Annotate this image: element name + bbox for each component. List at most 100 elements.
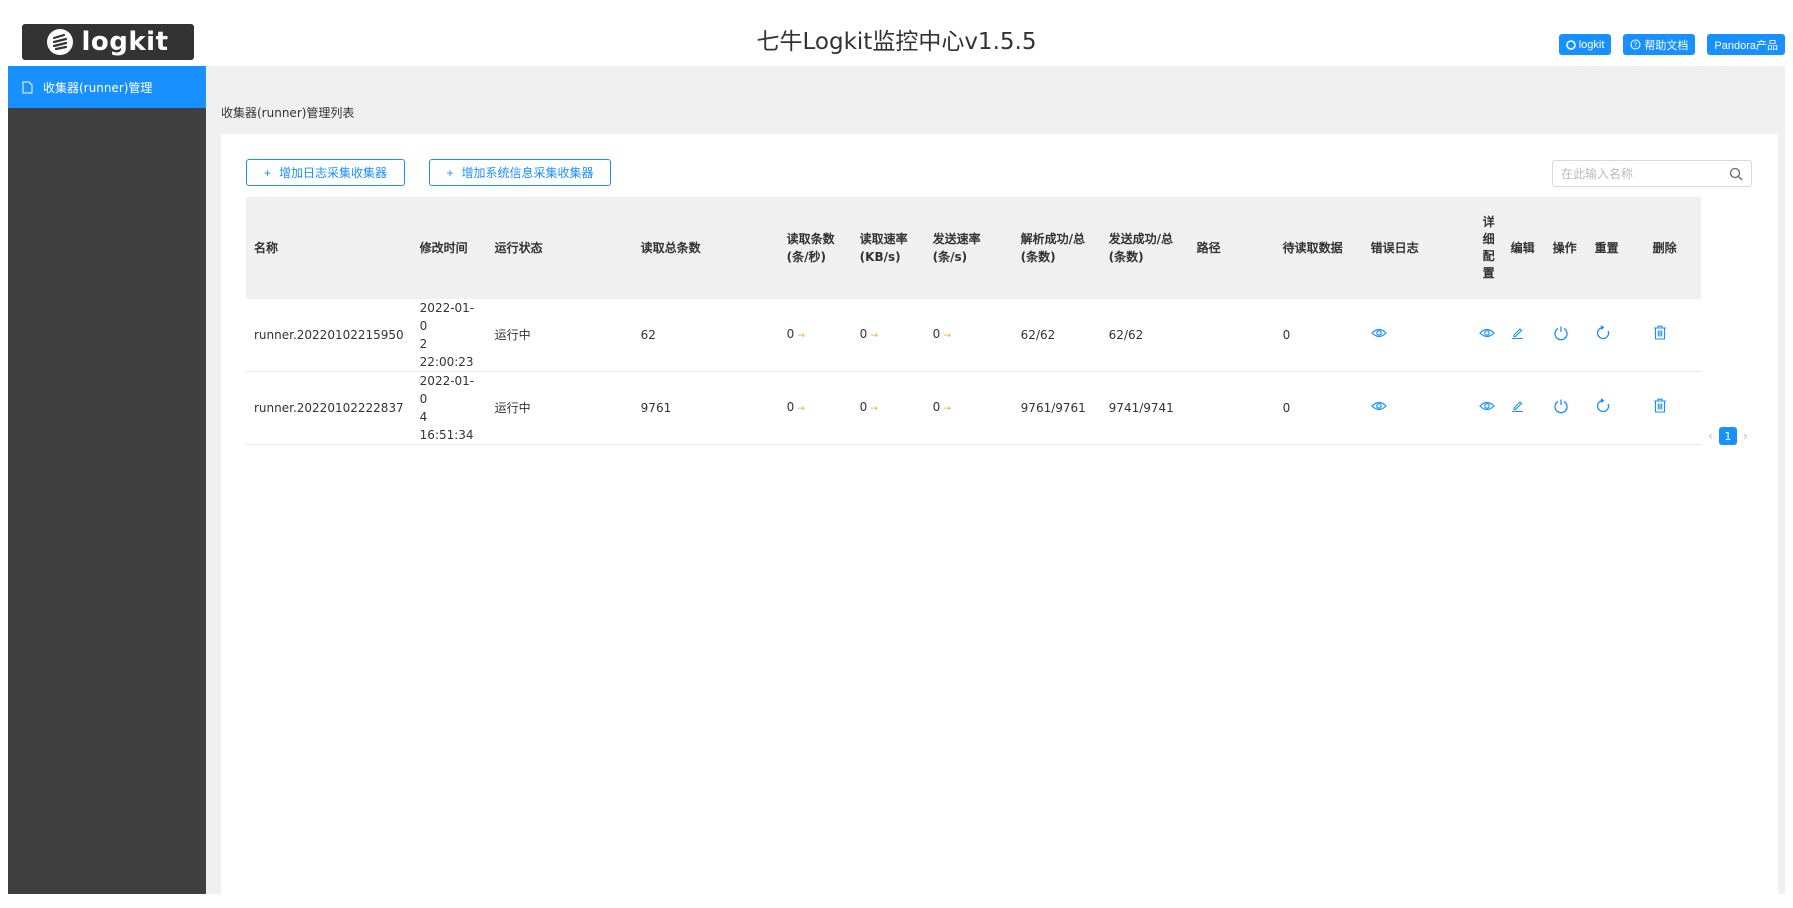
table-row: runner.20220102215950 2022-01-0 2 22:00:2…: [246, 299, 1701, 372]
col-delete: 删除: [1652, 241, 1677, 255]
file-icon: [22, 81, 33, 93]
runner-name: runner.20220102222837: [254, 401, 404, 415]
col-op: 操作: [1552, 241, 1577, 255]
main-panel: + 增加日志采集收集器 + 增加系统信息采集收集器 名称 修改时间 运行状态 读…: [221, 134, 1778, 894]
page-1-button[interactable]: 1: [1718, 427, 1737, 445]
col-error-log: 错误日志: [1370, 241, 1419, 255]
col-send-rate: 发送速率(条/s): [932, 232, 981, 264]
trend-flat-icon: →: [797, 404, 805, 414]
parse-ok: 9761/9761: [1020, 401, 1086, 415]
eye-icon[interactable]: [1370, 327, 1387, 339]
col-read-rate: 读取速率(KB/s): [859, 232, 908, 264]
run-status: 运行中: [494, 401, 531, 415]
col-read-count: 读取条数(条/秒): [786, 232, 835, 264]
col-reset: 重置: [1594, 241, 1619, 255]
sidebar-item-label: 收集器(runner)管理: [43, 80, 153, 95]
next-page-button[interactable]: ›: [1743, 429, 1748, 443]
reset-icon[interactable]: [1595, 324, 1611, 341]
edit-icon[interactable]: [1511, 399, 1524, 412]
eye-icon[interactable]: [1478, 327, 1495, 339]
read-count-value: 0: [786, 327, 795, 341]
search-box: [1552, 160, 1752, 187]
path: [1189, 372, 1275, 445]
eye-icon[interactable]: [1478, 400, 1495, 412]
sidebar: 收集器(runner)管理: [8, 66, 206, 894]
github-icon: [1565, 39, 1576, 50]
send-ok: 9741/9741: [1108, 401, 1174, 415]
detail-cell: [1475, 299, 1503, 372]
read-rate: 0 →: [852, 372, 925, 445]
eye-icon[interactable]: [1370, 400, 1387, 412]
page-title: 七牛Logkit监控中心v1.5.5: [756, 29, 1037, 55]
table-row: runner.20220102222837 2022-01-0 4 16:51:3…: [246, 372, 1701, 445]
detail-cell: [1475, 372, 1503, 445]
col-edit: 编辑: [1510, 241, 1535, 255]
help-button-label: 帮助文档: [1644, 39, 1689, 52]
total-read: 62: [640, 328, 656, 342]
header-buttons: logkit ? 帮助文档 Pandora产品: [1558, 34, 1785, 55]
sidebar-item-runner-management[interactable]: 收集器(runner)管理: [8, 66, 206, 108]
plus-icon: +: [446, 165, 454, 180]
help-docs-button[interactable]: ? 帮助文档: [1623, 34, 1696, 55]
pandora-button-label: Pandora产品: [1714, 39, 1778, 52]
help-circle-icon: ?: [1630, 39, 1641, 50]
reset-cell: [1587, 372, 1645, 445]
pandora-button[interactable]: Pandora产品: [1707, 34, 1785, 55]
modified-date-part: 2022-01-0: [419, 374, 475, 406]
total-read: 9761: [640, 401, 672, 415]
trend-flat-icon: →: [943, 331, 951, 341]
breadcrumb: 收集器(runner)管理列表: [221, 106, 355, 120]
add-log-label: 增加日志采集收集器: [279, 166, 388, 180]
read-rate: 0 →: [852, 299, 925, 372]
send-rate-value: 0: [932, 327, 941, 341]
add-system-collector-button[interactable]: + 增加系统信息采集收集器: [429, 159, 611, 186]
path: [1189, 299, 1275, 372]
app-window: logkit 七牛Logkit监控中心v1.5.5 logkit ? 帮助文档 …: [8, 14, 1785, 894]
delete-cell: [1645, 299, 1701, 372]
pending: 0: [1282, 401, 1291, 415]
trend-flat-icon: →: [797, 331, 805, 341]
modified-time-part: 4 16:51:34: [419, 410, 474, 442]
col-status: 运行状态: [494, 241, 543, 255]
power-icon[interactable]: [1553, 398, 1569, 414]
logkit-button-label: logkit: [1578, 38, 1605, 51]
pending: 0: [1282, 328, 1291, 342]
col-name: 名称: [254, 241, 279, 255]
delete-cell: [1645, 372, 1701, 445]
error-log-cell: [1363, 299, 1475, 372]
svg-text:?: ?: [1634, 41, 1638, 49]
header: logkit 七牛Logkit监控中心v1.5.5 logkit ? 帮助文档 …: [8, 14, 1785, 66]
send-rate: 0 →: [925, 372, 1013, 445]
send-ok: 62/62: [1108, 328, 1144, 342]
read-rate-value: 0: [859, 400, 868, 414]
search-icon[interactable]: [1729, 167, 1743, 181]
send-rate: 0 →: [925, 299, 1013, 372]
send-rate-value: 0: [932, 400, 941, 414]
modified-date-part: 2022-01-0: [419, 301, 475, 333]
plus-icon: +: [263, 165, 271, 180]
read-count: 0 →: [779, 299, 852, 372]
col-parse-ok: 解析成功/总(条数): [1020, 232, 1086, 264]
read-rate-value: 0: [859, 327, 868, 341]
power-icon[interactable]: [1553, 325, 1569, 341]
logkit-github-button[interactable]: logkit: [1558, 34, 1612, 55]
modified-time: 2022-01-0 4 16:51:34: [412, 372, 487, 445]
runner-table: 名称 修改时间 运行状态 读取总条数 读取条数(条/秒) 读取速率(KB/s) …: [246, 197, 1701, 445]
col-detail: 详 细 配 置: [1482, 215, 1495, 280]
edit-icon[interactable]: [1511, 326, 1524, 339]
delete-icon[interactable]: [1653, 398, 1667, 413]
delete-icon[interactable]: [1653, 325, 1667, 340]
reset-icon[interactable]: [1595, 397, 1611, 414]
add-log-collector-button[interactable]: + 增加日志采集收集器: [246, 159, 405, 186]
table-header-row: 名称 修改时间 运行状态 读取总条数 读取条数(条/秒) 读取速率(KB/s) …: [246, 197, 1701, 299]
pagination: ‹ 1 ›: [1708, 427, 1748, 445]
trend-flat-icon: →: [943, 404, 951, 414]
add-sys-label: 增加系统信息采集收集器: [461, 166, 594, 180]
op-cell: [1545, 372, 1587, 445]
col-total-read: 读取总条数: [640, 241, 701, 255]
col-pending: 待读取数据: [1282, 241, 1343, 255]
search-input[interactable]: [1561, 166, 1729, 181]
edit-cell: [1503, 372, 1545, 445]
runner-name: runner.20220102215950: [254, 328, 404, 342]
prev-page-button[interactable]: ‹: [1708, 429, 1713, 443]
